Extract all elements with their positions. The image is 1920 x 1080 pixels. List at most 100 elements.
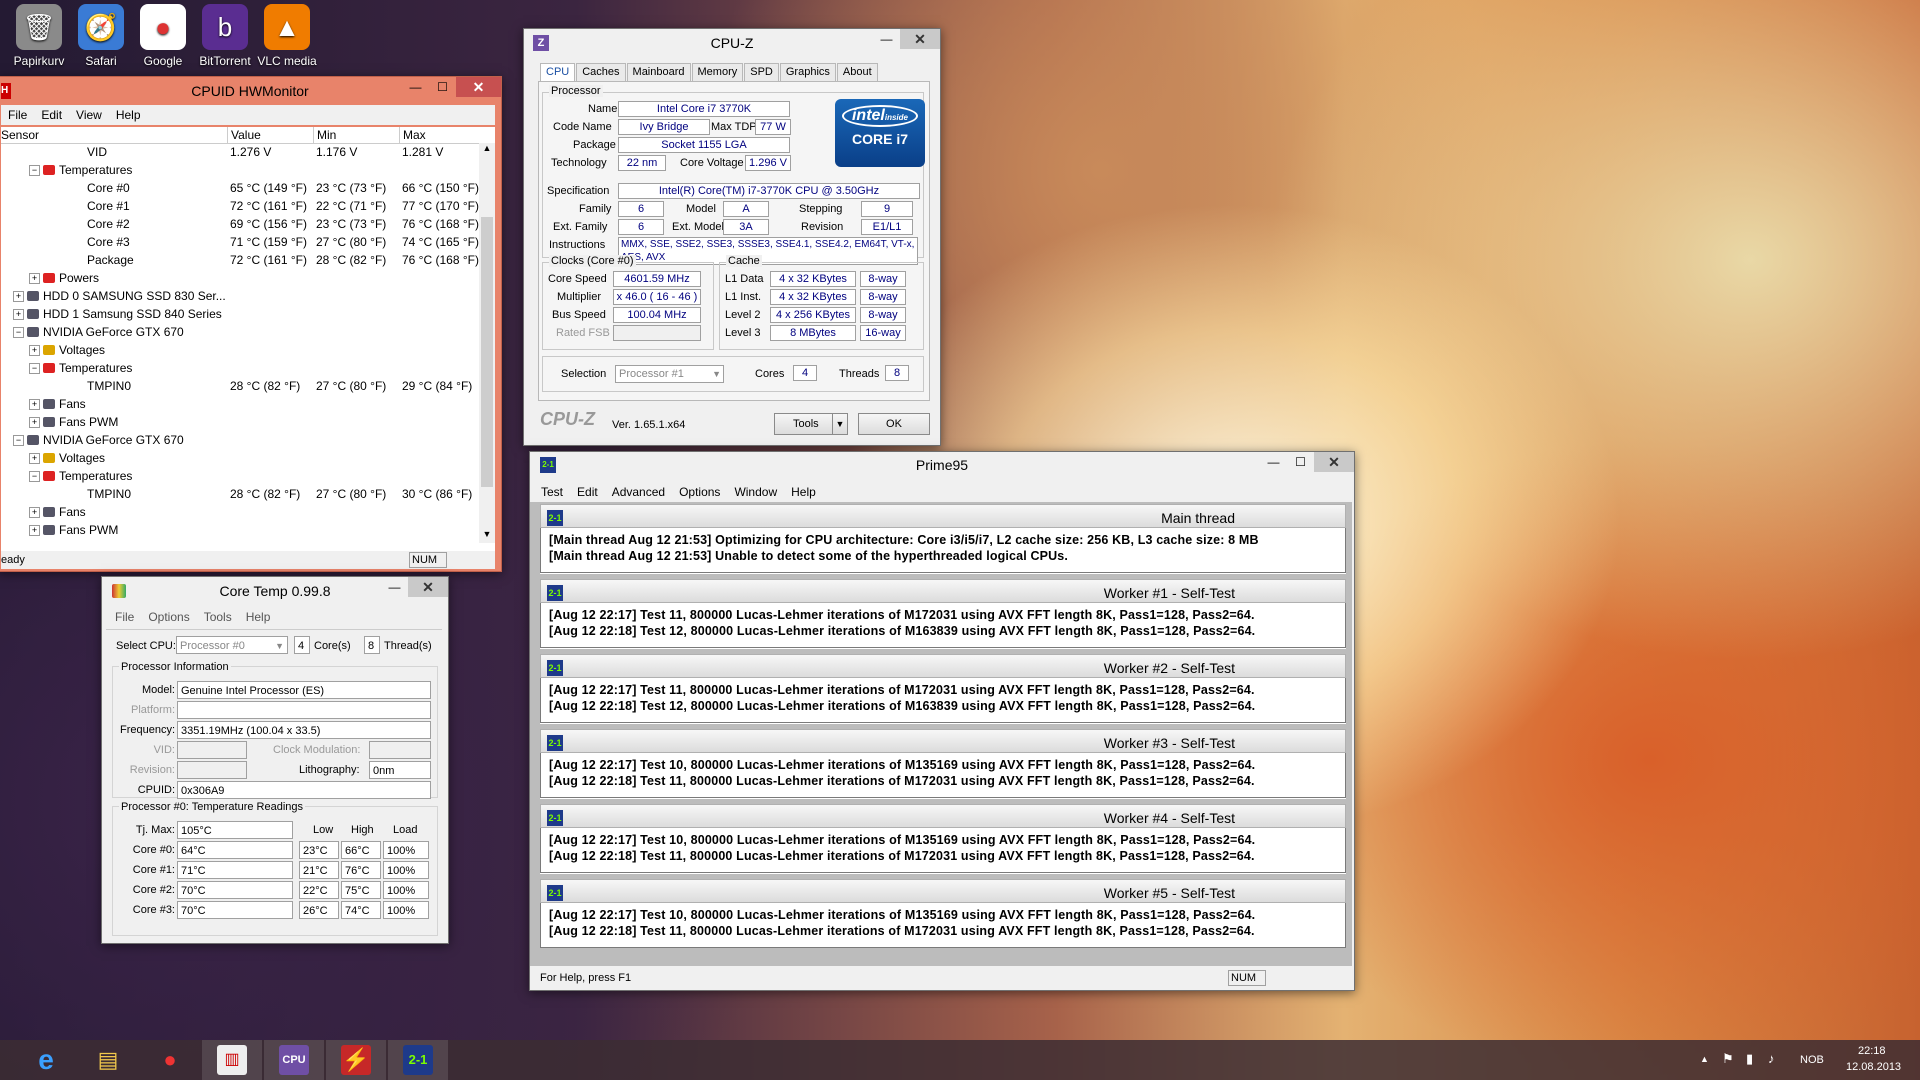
scroll-up-arrow-icon[interactable]: ▲ [479,143,495,157]
menu-item-file[interactable]: File [108,610,141,624]
menu-item-help[interactable]: Help [239,610,278,624]
minimize-button[interactable]: — [873,29,900,49]
sensor-row[interactable]: − Temperatures [1,359,479,377]
sensor-row[interactable]: TMPIN0 28 °C (82 °F) 27 °C (80 °F) 30 °C (8… [1,485,479,503]
col-sensor[interactable]: Sensor [1,127,39,143]
menu-item-file[interactable]: File [1,108,34,122]
taskbar-button[interactable]: ▤ [78,1040,138,1080]
maximize-button[interactable]: ☐ [1287,452,1314,472]
menu-item-options[interactable]: Options [141,610,196,624]
network-icon[interactable]: ▮ [1746,1051,1753,1067]
hwmonitor-titlebar[interactable]: H CPUID HWMonitor — ☐ ✕ [0,77,501,105]
hwmonitor-scrollbar[interactable]: ▲ ▼ [479,143,495,543]
tree-expander-icon[interactable]: + [29,273,40,284]
sensor-row[interactable]: VID 1.276 V 1.176 V 1.281 V [1,143,479,161]
tree-expander-icon[interactable]: + [13,309,24,320]
menu-item-window[interactable]: Window [727,485,784,499]
sensor-row[interactable]: Core #0 65 °C (149 °F) 23 °C (73 °F) 66 °C … [1,179,479,197]
sensor-row[interactable]: + HDD 1 Samsung SSD 840 Series [1,305,479,323]
volume-icon[interactable]: ♪ [1768,1051,1775,1066]
tree-expander-icon[interactable]: − [13,435,24,446]
sensor-row[interactable]: − NVIDIA GeForce GTX 670 [1,323,479,341]
worker-pane[interactable]: 2-1 Worker #5 - Self-Test [Aug 12 22:17] T… [540,879,1346,948]
menu-item-help[interactable]: Help [784,485,823,499]
sensor-row[interactable]: TMPIN0 28 °C (82 °F) 27 °C (80 °F) 29 °C (8… [1,377,479,395]
col-value[interactable]: Value [227,127,261,143]
sensor-row[interactable]: + Fans [1,395,479,413]
tree-expander-icon[interactable]: + [29,399,40,410]
tab-graphics[interactable]: Graphics [779,63,836,81]
tree-expander-icon[interactable]: − [13,327,24,338]
menu-item-options[interactable]: Options [672,485,727,499]
keyboard-language[interactable]: NOB [1800,1054,1824,1066]
menu-item-edit[interactable]: Edit [34,108,69,122]
close-button[interactable]: ✕ [456,77,501,97]
tree-expander-icon[interactable]: + [13,291,24,302]
menu-item-tools[interactable]: Tools [197,610,239,624]
menu-item-test[interactable]: Test [534,485,570,499]
tree-expander-icon[interactable]: − [29,363,40,374]
sensor-row[interactable]: + Fans PWM [1,413,479,431]
minimize-button[interactable]: — [402,77,429,97]
menu-item-help[interactable]: Help [109,108,148,122]
desktop-icon[interactable]: 🧭 Safari [66,4,136,68]
tab-caches[interactable]: Caches [576,63,626,81]
sensor-row[interactable]: Package 72 °C (161 °F) 28 °C (82 °F) 76 °C … [1,251,479,269]
worker-pane[interactable]: 2-1 Main thread [Main thread Aug 12 21:53]… [540,504,1346,574]
close-button[interactable]: ✕ [900,29,940,49]
select-cpu-dropdown[interactable]: Processor #0 ▼ [176,636,288,654]
tree-expander-icon[interactable]: + [29,345,40,356]
worker-pane[interactable]: 2-1 Worker #3 - Self-Test [Aug 12 22:17] T… [540,729,1346,799]
sensor-row[interactable]: Core #1 72 °C (161 °F) 22 °C (71 °F) 77 °C … [1,197,479,215]
taskbar-button[interactable]: ⚡ [326,1040,386,1080]
col-min[interactable]: Min [313,127,336,143]
minimize-button[interactable]: — [381,577,408,597]
sensor-row[interactable]: + Voltages [1,341,479,359]
tab-about[interactable]: About [836,63,878,81]
prime95-titlebar[interactable]: 2-1 Prime95 — ☐ ✕ [530,452,1354,478]
tab-spd[interactable]: SPD [744,63,779,81]
tree-expander-icon[interactable]: + [29,507,40,518]
tab-mainboard[interactable]: Mainboard [626,63,691,81]
desktop-icon[interactable]: ▲ VLC media [252,4,322,68]
taskbar-button[interactable]: e [16,1040,76,1080]
tools-button[interactable]: Tools ▼ [774,413,848,435]
tree-expander-icon[interactable]: + [29,525,40,536]
taskbar-button[interactable]: 2-1 [388,1040,448,1080]
ok-button[interactable]: OK [858,413,930,435]
minimize-button[interactable]: — [1260,452,1287,472]
tree-expander-icon[interactable]: + [29,453,40,464]
coretemp-titlebar[interactable]: Core Temp 0.99.8 — ✕ [102,577,448,605]
taskbar-button[interactable]: ▥ [202,1040,262,1080]
worker-pane[interactable]: 2-1 Worker #2 - Self-Test [Aug 12 22:17] T… [540,654,1346,724]
taskbar-button[interactable]: ● [140,1040,200,1080]
selection-dropdown[interactable]: Processor #1 ▼ [615,365,724,383]
worker-pane[interactable]: 2-1 Worker #1 - Self-Test [Aug 12 22:17] T… [540,579,1346,649]
sensor-row[interactable]: Core #3 71 °C (159 °F) 27 °C (80 °F) 74 °C … [1,233,479,251]
menu-item-view[interactable]: View [69,108,109,122]
sensor-row[interactable]: + Voltages [1,449,479,467]
maximize-button[interactable]: ☐ [429,77,456,97]
sensor-row[interactable]: − Temperatures [1,467,479,485]
tree-expander-icon[interactable]: − [29,471,40,482]
sensor-row[interactable]: + Fans [1,503,479,521]
flag-icon[interactable]: ⚑ [1722,1051,1734,1067]
sensor-row[interactable]: − NVIDIA GeForce GTX 670 [1,431,479,449]
tab-memory[interactable]: Memory [691,63,744,81]
sensor-row[interactable]: Core #2 69 °C (156 °F) 23 °C (73 °F) 76 °C … [1,215,479,233]
show-hidden-icons-icon[interactable]: ▲ [1700,1054,1709,1064]
cpuz-titlebar[interactable]: Z CPU-Z — ✕ [524,29,940,57]
clock-time[interactable]: 22:18 [1858,1045,1886,1057]
sensor-row[interactable]: − Temperatures [1,161,479,179]
sensor-row[interactable]: + Fans PWM [1,521,479,539]
col-max[interactable]: Max [399,127,426,143]
menu-item-edit[interactable]: Edit [570,485,605,499]
tree-expander-icon[interactable]: − [29,165,40,176]
tree-expander-icon[interactable]: + [29,417,40,428]
close-button[interactable]: ✕ [1314,452,1354,472]
desktop-icon[interactable]: ● Google [128,4,198,68]
worker-pane[interactable]: 2-1 Worker #4 - Self-Test [Aug 12 22:17] T… [540,804,1346,874]
sensor-row[interactable]: + Powers [1,269,479,287]
scroll-down-arrow-icon[interactable]: ▼ [479,529,495,543]
tools-dropdown-arrow-icon[interactable]: ▼ [832,414,847,434]
